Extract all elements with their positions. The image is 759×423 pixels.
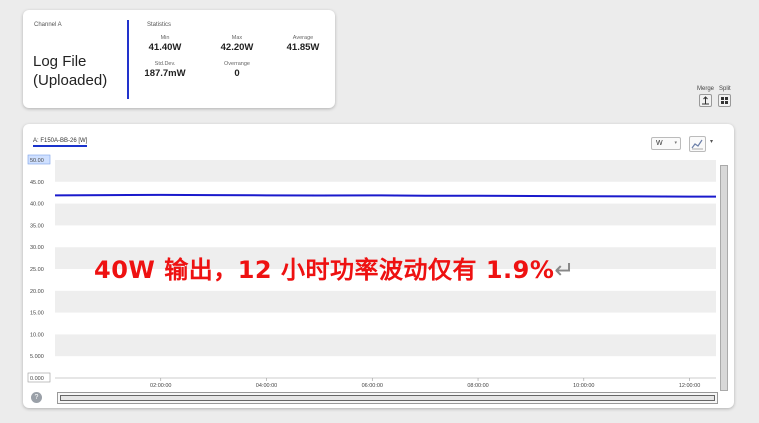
return-arrow-icon: ↵ xyxy=(554,256,576,284)
grid-band xyxy=(55,290,716,313)
y-tick-label: 15.00 xyxy=(30,311,44,317)
horizontal-scrollbar[interactable] xyxy=(57,392,718,404)
y-tick-label: 40.00 xyxy=(30,202,44,208)
y-tick-label: 5.000 xyxy=(30,354,44,360)
help-button[interactable]: ? xyxy=(31,392,42,403)
grid-band xyxy=(55,334,716,357)
y-tick-label: 30.00 xyxy=(30,245,44,251)
y-tick-label: 25.00 xyxy=(30,267,44,273)
y-tick-label: 0.000 xyxy=(30,376,44,382)
overlay-caption-text: 40W 输出，12 小时功率波动仅有 1.9% xyxy=(94,256,555,284)
x-tick-label: 12:00:00 xyxy=(679,383,700,389)
x-tick-label: 06:00:00 xyxy=(362,383,383,389)
x-tick-label: 02:00:00 xyxy=(150,383,171,389)
horizontal-scroll-thumb[interactable] xyxy=(60,395,715,401)
y-tick-label: 20.00 xyxy=(30,289,44,295)
x-tick-label: 08:00:00 xyxy=(467,383,488,389)
power-line-chart: 50.00 45.00 40.00 35.00 30.00 25.00 20.00 15.00… xyxy=(27,154,716,389)
y-tick-label: 45.00 xyxy=(30,180,44,186)
x-tick-label: 10:00:00 xyxy=(573,383,594,389)
y-tick-label: 50.00 xyxy=(30,158,44,164)
grid-band xyxy=(55,203,716,226)
vertical-scrollbar[interactable] xyxy=(720,165,728,391)
y-tick-label: 10.00 xyxy=(30,332,44,338)
power-series-line xyxy=(54,193,716,198)
x-tick-label: 04:00:00 xyxy=(256,383,277,389)
overlay-caption: 40W 输出，12 小时功率波动仅有 1.9%↵ xyxy=(94,250,575,285)
grid-band xyxy=(55,160,716,182)
y-tick-label: 35.00 xyxy=(30,223,44,229)
